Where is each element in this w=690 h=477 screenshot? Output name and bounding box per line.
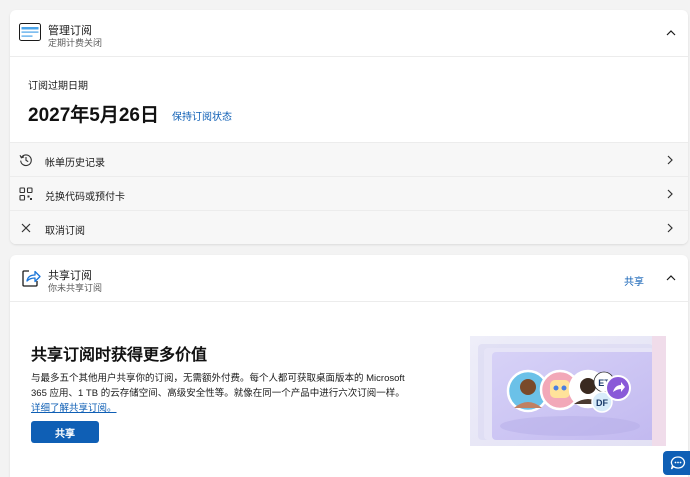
badge-df: DF: [596, 398, 608, 408]
share-header-link[interactable]: 共享: [624, 273, 644, 288]
qr-code-icon: [19, 187, 33, 201]
share-description-text: 与最多五个其他用户共享你的订阅，无需额外付费。每个人都可获取桌面版本的 Micr…: [31, 373, 405, 399]
close-icon: [21, 223, 31, 233]
cancel-subscription-label: 取消订阅: [45, 226, 85, 237]
subscription-card-icon: [19, 23, 41, 41]
learn-more-link[interactable]: 详细了解共享订阅。: [31, 403, 117, 414]
manage-subscription-header[interactable]: 管理订阅 定期计费关闭: [10, 10, 688, 57]
chat-bubble-icon: [670, 456, 686, 470]
chevron-right-icon: [667, 223, 673, 233]
chevron-right-icon: [667, 189, 673, 199]
share-icon: [22, 270, 41, 287]
share-subscription-subtitle: 你未共享订阅: [48, 283, 103, 293]
keep-subscription-link[interactable]: 保持订阅状态: [172, 108, 232, 123]
history-icon: [19, 154, 32, 167]
expiry-date: 2027年5月26日: [28, 105, 159, 126]
share-button[interactable]: 共享: [31, 421, 99, 443]
share-heading: 共享订阅时获得更多价值: [31, 347, 208, 364]
expiry-section: 订阅过期日期 2027年5月26日 保持订阅状态: [10, 57, 688, 142]
share-subscription-header[interactable]: 共享订阅 你未共享订阅 共享: [10, 255, 688, 302]
chevron-up-icon[interactable]: [666, 28, 676, 38]
family-sharing-illustration: ET DF: [470, 336, 666, 446]
chevron-right-icon: [667, 155, 673, 165]
expiry-label: 订阅过期日期: [28, 81, 88, 92]
redeem-code-label: 兑换代码或预付卡: [45, 192, 125, 203]
share-body: 共享订阅时获得更多价值 与最多五个其他用户共享你的订阅，无需额外付费。每个人都可…: [10, 302, 688, 476]
redeem-code-row[interactable]: 兑换代码或预付卡: [10, 176, 688, 210]
chevron-up-icon[interactable]: [666, 273, 676, 283]
share-description: 与最多五个其他用户共享你的订阅，无需额外付费。每个人都可获取桌面版本的 Micr…: [31, 371, 411, 416]
feedback-button[interactable]: [663, 451, 690, 475]
manage-subscription-subtitle: 定期计费关闭: [48, 38, 103, 48]
manage-subscription-card: 管理订阅 定期计费关闭 订阅过期日期 2027年5月26日 保持订阅状态 帐单历…: [10, 10, 688, 244]
share-subscription-card: 共享订阅 你未共享订阅 共享 共享订阅时获得更多价值 与最多五个其他用户共享你的…: [10, 255, 688, 477]
billing-history-label: 帐单历史记录: [45, 158, 105, 169]
billing-history-row[interactable]: 帐单历史记录: [10, 142, 688, 176]
cancel-subscription-row[interactable]: 取消订阅: [10, 210, 688, 244]
